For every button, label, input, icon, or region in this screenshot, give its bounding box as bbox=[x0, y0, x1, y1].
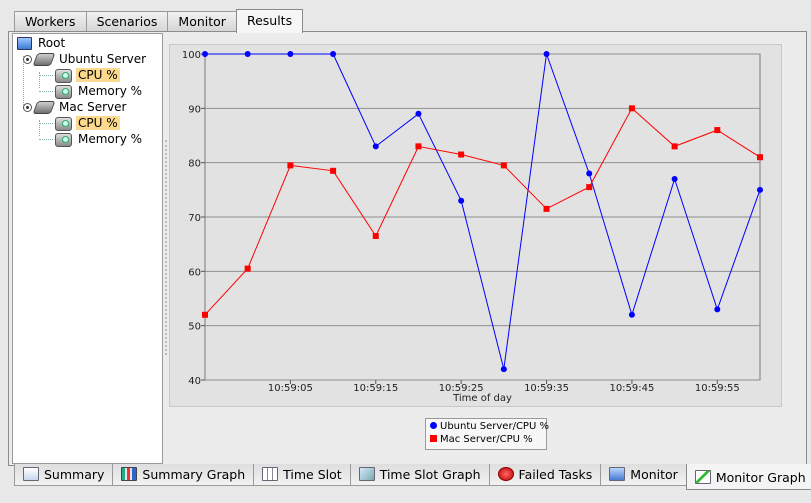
bottom-tab-bar: Summary Summary Graph Time Slot Time Slo… bbox=[14, 464, 811, 490]
failed-icon bbox=[497, 467, 514, 481]
tab-label: Time Slot Graph bbox=[379, 467, 481, 482]
x-tick-label: 10:59:35 bbox=[524, 383, 569, 394]
legend-swatch bbox=[430, 422, 437, 429]
tab-monitor-results[interactable]: Monitor bbox=[600, 464, 686, 486]
tab-time-slot[interactable]: Time Slot bbox=[253, 464, 350, 486]
data-point bbox=[202, 311, 208, 318]
data-point bbox=[244, 51, 251, 57]
tab-label: Summary Graph bbox=[142, 467, 246, 482]
y-tick-label: 50 bbox=[188, 322, 201, 333]
data-point bbox=[586, 184, 593, 191]
data-point bbox=[458, 151, 465, 158]
x-tick-label: 10:59:45 bbox=[609, 383, 654, 394]
data-point bbox=[458, 197, 465, 204]
table-icon bbox=[262, 467, 279, 481]
y-tick-label: 90 bbox=[188, 104, 201, 115]
x-tick-label: 10:59:15 bbox=[353, 383, 398, 394]
legend-label: Ubuntu Server/CPU % bbox=[440, 421, 549, 432]
data-point bbox=[543, 51, 550, 57]
tab-time-slot-graph[interactable]: Time Slot Graph bbox=[349, 464, 489, 486]
x-axis-label: Time of day bbox=[452, 393, 512, 404]
data-point bbox=[415, 110, 422, 117]
data-point bbox=[714, 127, 721, 134]
legend-item: Mac Server/CPU % bbox=[430, 434, 533, 446]
data-point bbox=[330, 167, 337, 174]
data-point bbox=[372, 233, 379, 240]
legend-item: Ubuntu Server/CPU % bbox=[430, 421, 549, 433]
x-tick-label: 10:59:55 bbox=[695, 383, 740, 394]
tab-label: Summary bbox=[44, 467, 105, 482]
x-tick-label: 10:59:05 bbox=[268, 383, 313, 394]
data-point bbox=[287, 162, 294, 169]
data-point bbox=[586, 170, 593, 177]
data-point bbox=[757, 154, 763, 161]
tab-label: Monitor bbox=[630, 467, 678, 482]
tab-summary-graph[interactable]: Summary Graph bbox=[112, 464, 254, 486]
legend-label: Mac Server/CPU % bbox=[440, 434, 533, 445]
data-point bbox=[415, 143, 422, 150]
chart-legend: Ubuntu Server/CPU % Mac Server/CPU % bbox=[425, 418, 549, 450]
data-point bbox=[330, 51, 337, 57]
y-tick-label: 70 bbox=[188, 213, 201, 224]
monitor-graph-icon bbox=[694, 470, 711, 484]
y-tick-label: 60 bbox=[188, 267, 201, 278]
y-tick-label: 40 bbox=[188, 376, 201, 387]
data-point bbox=[628, 311, 635, 318]
data-point bbox=[500, 366, 507, 373]
tab-failed-tasks[interactable]: Failed Tasks bbox=[488, 464, 601, 486]
data-point bbox=[543, 205, 550, 212]
tab-label: Monitor Graph bbox=[715, 470, 806, 485]
y-tick-label: 80 bbox=[188, 159, 201, 170]
tab-summary[interactable]: Summary bbox=[14, 464, 113, 486]
summary-icon bbox=[23, 467, 39, 481]
line-graph-icon bbox=[358, 467, 375, 481]
tab-results[interactable]: Results bbox=[235, 9, 304, 33]
data-point bbox=[500, 162, 507, 169]
y-tick-label: 100 bbox=[182, 50, 201, 61]
data-point bbox=[671, 175, 678, 182]
data-point bbox=[202, 51, 208, 57]
data-point bbox=[244, 265, 251, 272]
data-point bbox=[757, 186, 763, 193]
bar-graph-icon bbox=[121, 467, 138, 481]
tab-label: Failed Tasks bbox=[518, 467, 593, 482]
data-point bbox=[287, 51, 294, 57]
tab-monitor-graph[interactable]: Monitor Graph bbox=[685, 464, 811, 490]
data-point bbox=[714, 306, 721, 313]
cpu-line-chart: 40506070809010010:59:05 10:59:15 10:59:25 1… bbox=[182, 50, 763, 404]
legend-swatch bbox=[430, 435, 437, 442]
data-point bbox=[372, 143, 379, 150]
monitor-icon bbox=[609, 467, 626, 481]
tab-label: Time Slot bbox=[283, 467, 342, 482]
data-point bbox=[628, 105, 635, 112]
data-point bbox=[671, 143, 678, 150]
